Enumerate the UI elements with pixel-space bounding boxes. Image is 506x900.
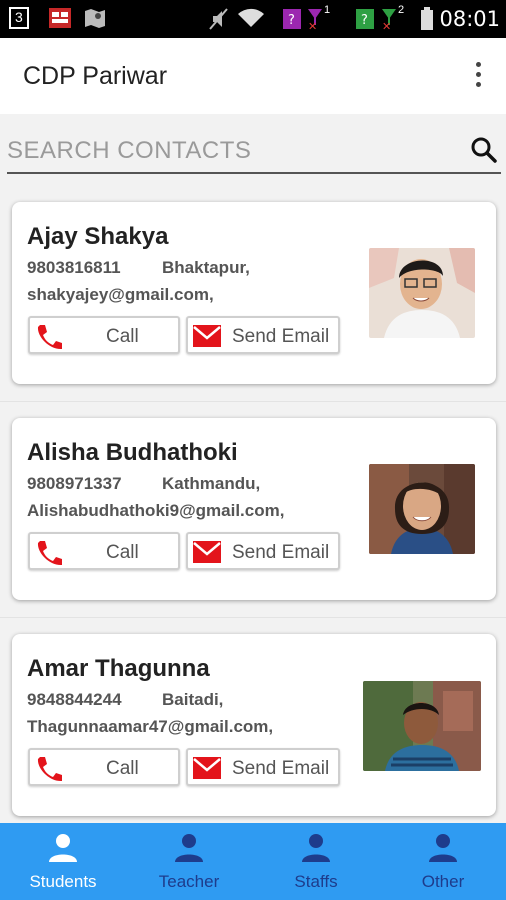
contact-name: Alisha Budhathoki xyxy=(27,439,238,466)
nav-label-students: Students xyxy=(29,872,97,891)
contact-card[interactable]: Alisha Budhathoki 9808971337 Kathmandu, … xyxy=(12,418,496,600)
person-icon xyxy=(49,834,77,862)
mail-icon xyxy=(193,757,221,779)
contact-photo xyxy=(369,248,475,338)
bottom-navigation: Students Teacher Staffs Other xyxy=(0,823,506,900)
nav-item-other[interactable]: Other xyxy=(380,823,506,900)
phone-icon xyxy=(37,757,62,782)
send-email-label: Send Email xyxy=(232,758,330,779)
send-email-label: Send Email xyxy=(232,542,330,563)
notification-count-icon: 3 xyxy=(9,7,29,29)
call-button[interactable]: Call xyxy=(28,748,180,786)
nav-label-teacher: Teacher xyxy=(158,872,220,891)
person-icon xyxy=(302,834,330,862)
status-bar: 3 ? ✕ 1 ? ✕ 2 08:01 xyxy=(0,0,506,38)
sim2-unknown-icon: ? xyxy=(356,7,376,29)
sim2-signal-icon: ✕ 2 xyxy=(382,4,405,33)
nav-item-students[interactable]: Students xyxy=(0,823,126,900)
app-bar: CDP Pariwar xyxy=(0,38,506,114)
phone-icon xyxy=(37,541,62,566)
contact-phone: 9848844244 xyxy=(27,690,122,709)
contact-email: shakyajey@gmail.com, xyxy=(27,285,214,304)
call-button[interactable]: Call xyxy=(28,316,180,354)
contact-email: Thagunnaamar47@gmail.com, xyxy=(27,717,274,736)
contact-phone: 9808971337 xyxy=(27,474,122,493)
contact-photo xyxy=(363,681,481,771)
nav-item-staffs[interactable]: Staffs xyxy=(253,823,379,900)
map-notification-icon xyxy=(83,7,107,29)
call-label: Call xyxy=(106,326,139,347)
contact-name: Ajay Shakya xyxy=(27,223,169,250)
app-title: CDP Pariwar xyxy=(23,62,168,90)
app-notification-icon xyxy=(48,7,72,29)
contact-photo xyxy=(369,464,475,554)
search-icon[interactable] xyxy=(471,137,497,163)
contact-card[interactable]: Ajay Shakya 9803816811 Bhaktapur, shakya… xyxy=(12,202,496,384)
mail-icon xyxy=(193,325,221,347)
sim1-unknown-icon: ? xyxy=(283,7,303,29)
send-email-label: Send Email xyxy=(232,326,330,347)
person-icon xyxy=(429,834,457,862)
clock: 08:01 xyxy=(439,7,500,31)
person-icon xyxy=(175,834,203,862)
call-label: Call xyxy=(106,542,139,563)
battery-icon xyxy=(420,7,434,30)
more-vert-icon[interactable] xyxy=(468,62,488,92)
mail-icon xyxy=(193,541,221,563)
contact-email: Alishabudhathoki9@gmail.com, xyxy=(27,501,285,520)
phone-icon xyxy=(37,325,62,350)
svg-text:✕: ✕ xyxy=(308,20,317,31)
contact-phone: 9803816811 xyxy=(27,258,121,277)
sim1-signal-icon: ✕ 1 xyxy=(308,4,331,33)
svg-text:?: ? xyxy=(288,13,295,28)
contact-city: Baitadi, xyxy=(162,690,224,709)
contact-name: Amar Thagunna xyxy=(27,655,210,682)
nav-label-other: Other xyxy=(421,872,465,891)
call-button[interactable]: Call xyxy=(28,532,180,570)
contact-city: Bhaktapur, xyxy=(162,258,250,277)
search-bar xyxy=(7,128,501,174)
wifi-icon xyxy=(237,7,265,29)
send-email-button[interactable]: Send Email xyxy=(186,316,340,354)
svg-text:?: ? xyxy=(361,13,368,28)
contact-card[interactable]: Amar Thagunna 9848844244 Baitadi, Thagun… xyxy=(12,634,496,816)
svg-text:✕: ✕ xyxy=(382,20,391,31)
search-input[interactable] xyxy=(7,136,447,166)
mute-icon xyxy=(207,7,229,30)
nav-label-staffs: Staffs xyxy=(294,872,338,891)
send-email-button[interactable]: Send Email xyxy=(186,748,340,786)
contact-city: Kathmandu, xyxy=(162,474,261,493)
send-email-button[interactable]: Send Email xyxy=(186,532,340,570)
call-label: Call xyxy=(106,758,139,779)
nav-item-teacher[interactable]: Teacher xyxy=(126,823,252,900)
